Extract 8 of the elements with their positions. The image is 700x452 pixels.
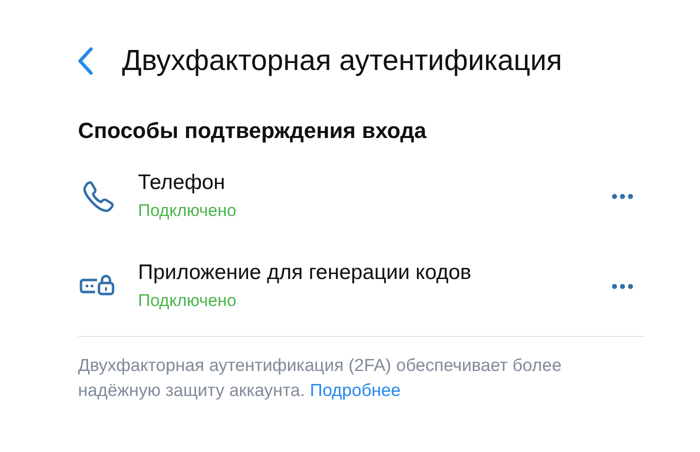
section-title: Способы подтверждения входа: [78, 118, 428, 144]
method-name: Приложение для генерации кодов: [138, 261, 472, 285]
info-note: Двухфакторная аутентификация (2FA) обеспечивает более надёжную защиту аккаунта. Подробнее: [78, 354, 563, 402]
more-link[interactable]: Подробнее: [310, 380, 401, 400]
method-status: Подключено: [138, 291, 238, 311]
method-name: Телефон: [138, 171, 226, 195]
method-status: Подключено: [138, 201, 238, 221]
page-title: Двухфакторная аутентификация: [122, 44, 562, 78]
